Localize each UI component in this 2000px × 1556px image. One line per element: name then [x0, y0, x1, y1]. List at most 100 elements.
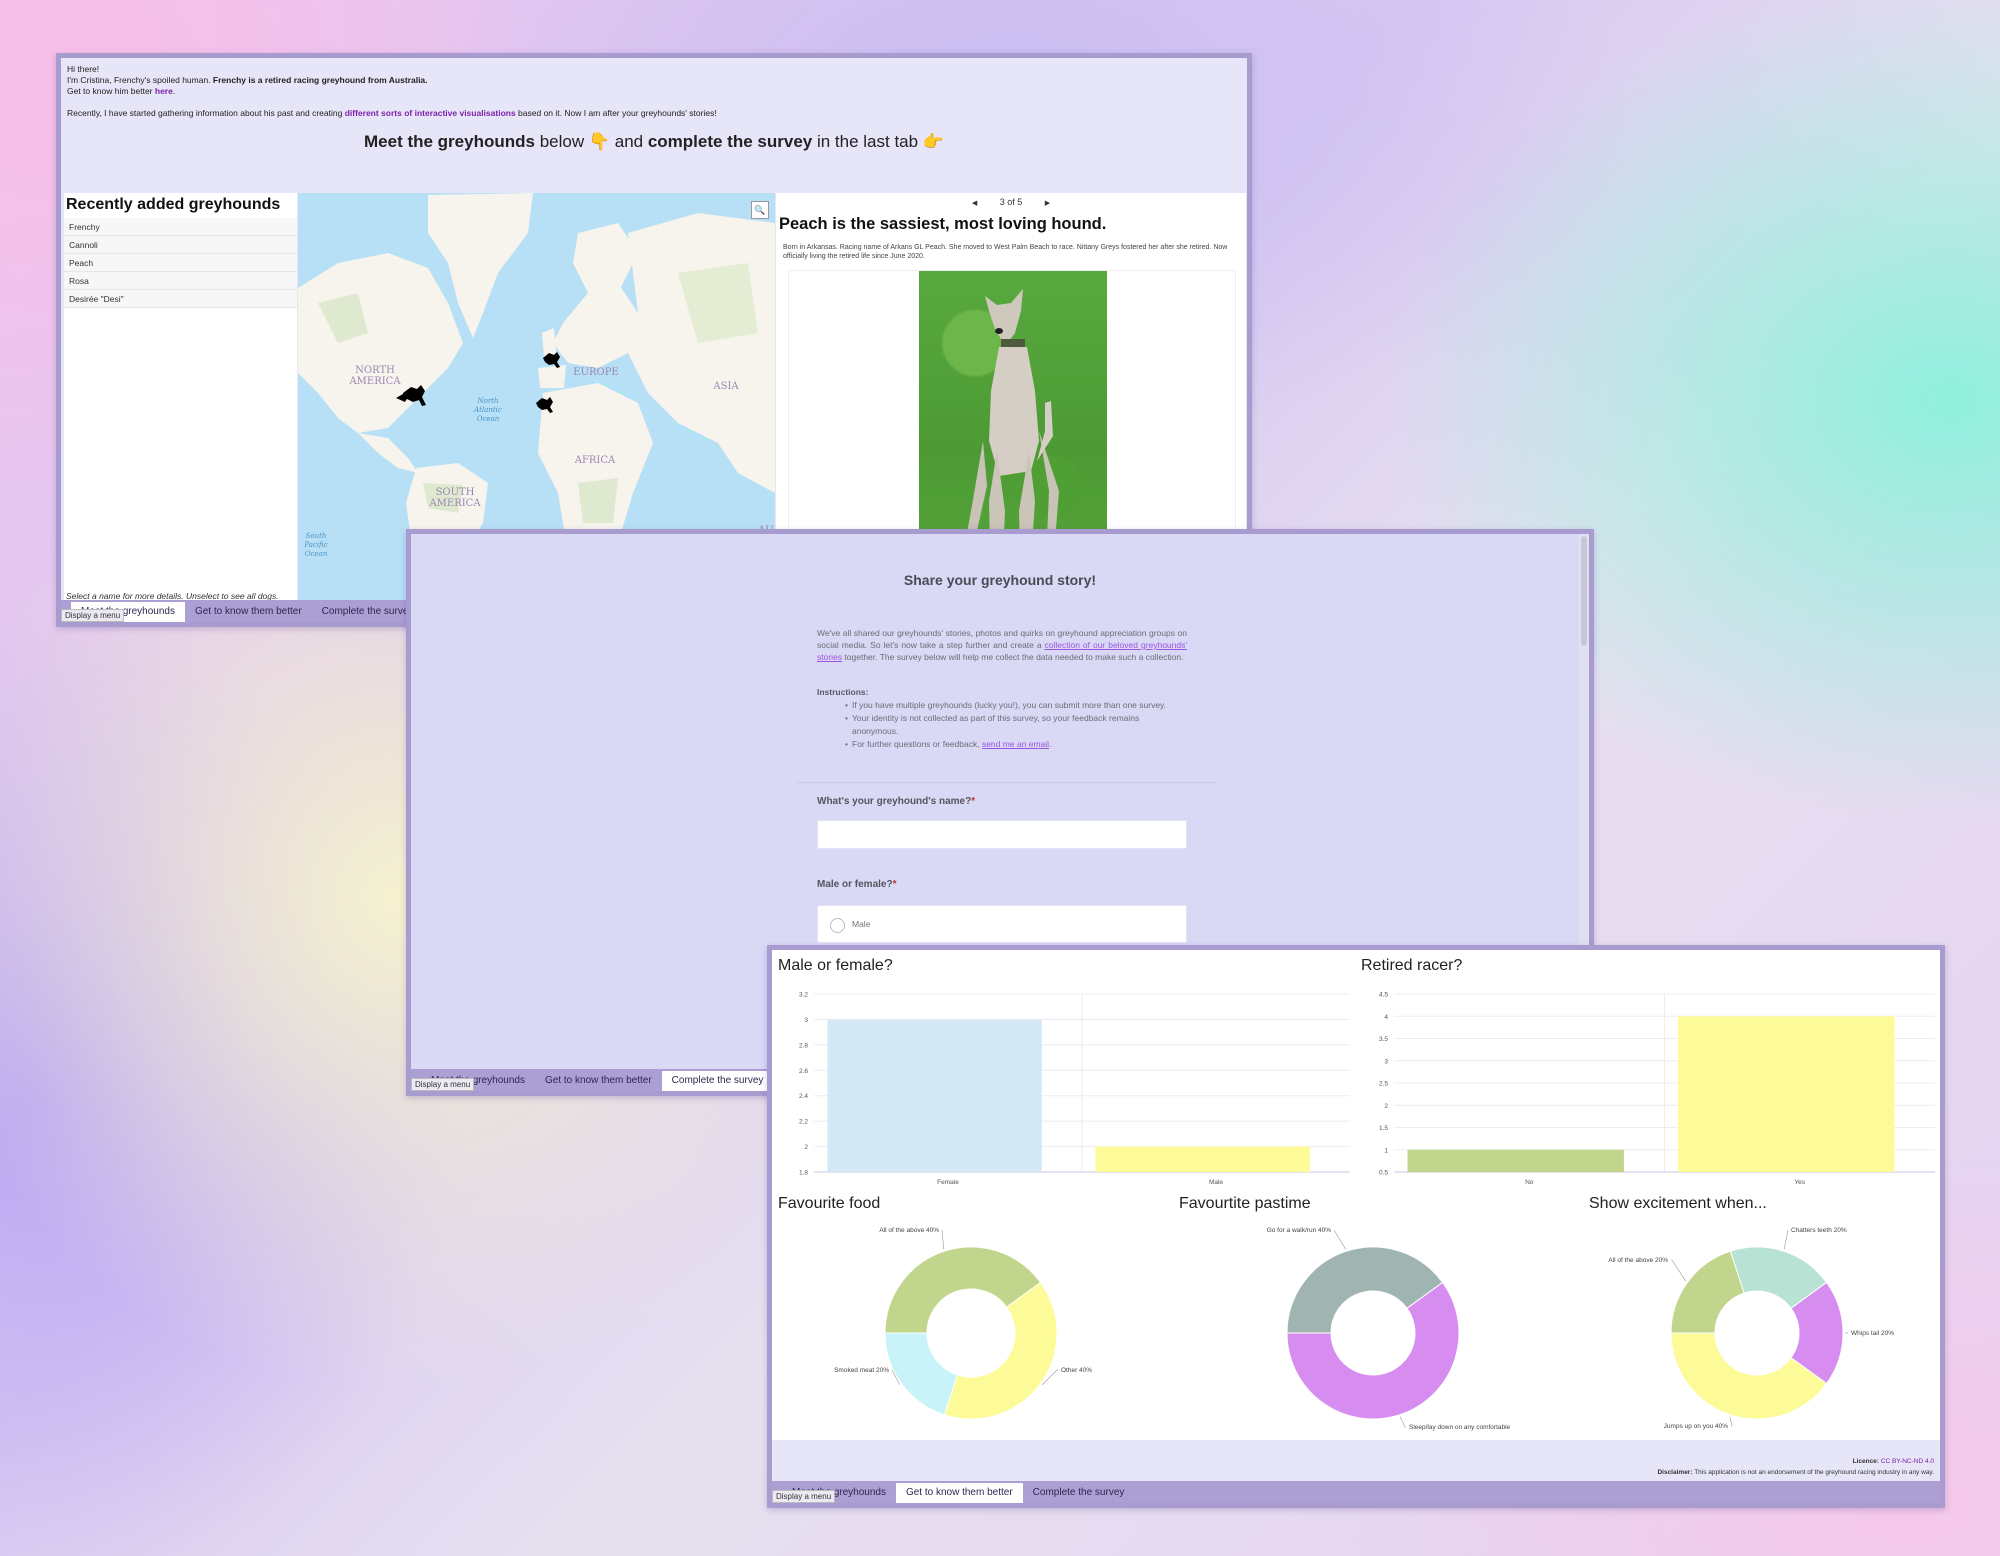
list-title: Recently added greyhounds — [66, 196, 281, 213]
map-label: AMERICA — [428, 498, 481, 509]
radio-label: Male — [852, 919, 871, 929]
y-tick-label: 2.5 — [1379, 1081, 1388, 1088]
map-label: SOUTH — [436, 487, 475, 498]
tab-get-to-know-them-better[interactable]: Get to know them better — [185, 602, 312, 622]
visualisations-link[interactable]: different sorts of interactive visualisa… — [345, 108, 516, 118]
y-tick-label: 2 — [1384, 1103, 1388, 1110]
headline: Meet the greyhounds below 👇 and complete… — [61, 132, 1247, 152]
map-label: AMERICA — [348, 376, 401, 387]
donut-slice — [943, 1281, 1058, 1420]
greyhounds-app-window-charts: Male or female? 1.8 2 2.2 2.4 2.6 2.8 3 3.2 Fema… — [767, 945, 1945, 1508]
donut-chart-pastime: Go for a walk/run 40% Sleep/lay down on a… — [1267, 1227, 1511, 1431]
slice-label: Chatters teeth 20% — [1791, 1227, 1847, 1234]
ocean-label: Pacific — [303, 541, 327, 549]
donut-chart-food: All of the above 40% Other 40% Smoked meat… — [834, 1227, 1092, 1420]
chart-title-pastime: Favourtite pastime — [1179, 1195, 1311, 1212]
next-arrow-icon[interactable]: ▶ — [1045, 200, 1050, 207]
tab-complete-the-survey[interactable]: Complete the survey — [1023, 1483, 1135, 1503]
slice-label: Other 40% — [1061, 1367, 1092, 1374]
punctuation: . — [1049, 739, 1052, 749]
here-link[interactable]: here — [155, 86, 173, 96]
ocean-label: Atlantic — [473, 406, 502, 414]
list-item[interactable]: Rosa — [64, 272, 297, 290]
label-leader — [1399, 1416, 1406, 1428]
land-asia — [628, 213, 775, 493]
question-text: Male or female? — [817, 879, 893, 890]
survey-intro-text: together. The survey below will help me … — [842, 652, 1184, 662]
chart-title-retired: Retired racer? — [1361, 957, 1463, 974]
map-label: EUROPE — [573, 367, 618, 378]
instructions-list: If you have multiple greyhounds (lucky y… — [845, 699, 1175, 751]
bar-chart-retired: 0.5 1 1.5 2 2.5 3 3.5 4 4.5 No Yes — [1379, 992, 1935, 1186]
x-tick-label: Female — [937, 1179, 959, 1186]
survey-title: Share your greyhound story! — [903, 572, 1097, 588]
instructions-title: Instructions: — [817, 687, 869, 697]
pager: ◀ 3 of 5 ▶ — [776, 197, 1246, 207]
list-item[interactable]: Cannoli — [64, 236, 297, 254]
intro-line: Recently, I have started gathering infor… — [67, 108, 345, 118]
donut-slice — [1670, 1250, 1745, 1334]
bar — [1678, 1016, 1895, 1172]
y-tick-label: 2.8 — [799, 1042, 808, 1049]
required-mark: * — [892, 879, 897, 890]
slice-label: All of the above 20% — [1608, 1257, 1668, 1264]
headline-text: below — [534, 132, 589, 151]
ocean-label: Ocean — [305, 550, 328, 558]
label-leader — [1783, 1229, 1789, 1250]
label-leader — [1671, 1259, 1687, 1282]
punctuation: . — [172, 86, 176, 96]
ocean-label: South — [306, 532, 327, 540]
headline-bold: complete the survey — [647, 132, 813, 151]
bar — [1095, 1146, 1310, 1172]
label-leader — [1333, 1229, 1347, 1250]
y-tick-label: 3 — [1384, 1058, 1388, 1065]
prev-arrow-icon[interactable]: ◀ — [972, 200, 977, 207]
pager-text: 3 of 5 — [999, 197, 1023, 207]
licence-link[interactable]: CC BY-NC-ND 4.0 — [1881, 1458, 1934, 1465]
y-tick-label: 2.4 — [799, 1093, 808, 1100]
land-europe — [553, 283, 638, 368]
x-tick-label: Yes — [1794, 1179, 1805, 1186]
donut-slice — [884, 1332, 959, 1416]
map-label: NORTH — [355, 365, 395, 376]
list-item[interactable]: Desirée "Desi" — [64, 290, 297, 308]
question-sex-label: Male or female?* — [817, 879, 897, 890]
scrollbar-thumb[interactable] — [1581, 536, 1587, 646]
tab-get-to-know-them-better[interactable]: Get to know them better — [535, 1071, 662, 1091]
pointing-right-icon: 👉 — [922, 132, 944, 151]
display-menu-tooltip: Display a menu — [61, 609, 125, 622]
greyhound-name-input[interactable] — [817, 820, 1187, 849]
tab-get-to-know-them-better[interactable]: Get to know them better — [895, 1483, 1023, 1503]
chart-title-excitement: Show excitement when... — [1589, 1195, 1767, 1212]
land-central-america — [358, 433, 418, 473]
tab-bar: Meet the greyhounds Get to know them bet… — [772, 1481, 1940, 1503]
instruction-item: If you have multiple greyhounds (lucky y… — [845, 699, 1175, 712]
ocean-label: North — [476, 397, 498, 405]
search-icon[interactable]: 🔍 — [751, 201, 769, 219]
email-link[interactable]: send me an email — [982, 739, 1049, 749]
divider — [797, 782, 1217, 783]
tab-complete-the-survey[interactable]: Complete the survey — [661, 1071, 774, 1091]
x-tick-label: No — [1525, 1179, 1534, 1186]
radio-button[interactable] — [830, 918, 845, 933]
list-item[interactable]: Peach — [64, 254, 297, 272]
greyhound-list-panel: Recently added greyhounds Frenchy Cannol… — [64, 193, 297, 605]
map-label: ASIA — [712, 381, 739, 392]
slice-label: Smoked meat 20% — [834, 1367, 889, 1374]
licence-label: Licence: — [1852, 1458, 1879, 1465]
instruction-text: For further questions or feedback, — [852, 739, 982, 749]
bar — [827, 1019, 1042, 1172]
ocean-label: Ocean — [477, 415, 500, 423]
slice-label: Jumps up on you 40% — [1664, 1423, 1729, 1430]
intro-bold: Frenchy is a retired racing greyhound fr… — [212, 75, 428, 85]
question-name-label: What's your greyhound's name?* — [817, 796, 975, 807]
headline-text: in the last tab — [812, 132, 923, 151]
slice-label: All of the above 40% — [879, 1227, 939, 1234]
intro-line: I'm Cristina, Frenchy's spoiled human. — [67, 75, 213, 85]
list-item[interactable]: Frenchy — [64, 218, 297, 236]
radio-option-male[interactable]: Male — [817, 905, 1187, 943]
y-tick-label: 1 — [1384, 1147, 1388, 1154]
required-mark: * — [971, 796, 976, 807]
y-tick-label: 1.5 — [1379, 1125, 1388, 1132]
intro-text: Hi there! I'm Cristina, Frenchy's spoile… — [67, 64, 717, 119]
